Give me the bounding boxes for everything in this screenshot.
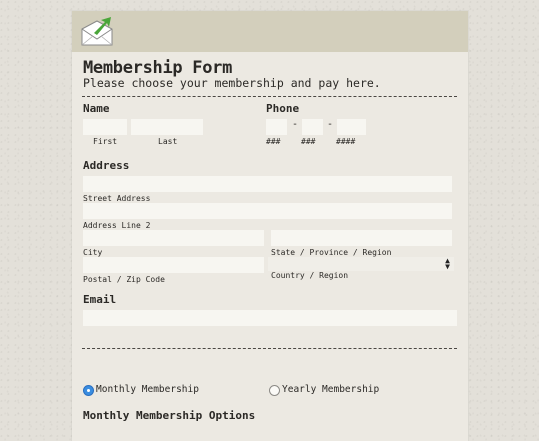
first-name-sublabel: First: [93, 137, 118, 146]
city-sublabel: City: [83, 248, 103, 257]
phone-label: Phone: [266, 102, 300, 115]
envelope-logo-icon: [81, 17, 113, 46]
form-subtitle: Please choose your membership and pay he…: [83, 76, 381, 90]
phone-area-hint: ###: [266, 137, 281, 146]
postal-code-sublabel: Postal / Zip Code: [83, 275, 165, 284]
select-arrows-icon: ▲ ▼: [445, 256, 450, 271]
membership-form-card: Membership Form Please choose your membe…: [72, 11, 468, 441]
first-name-input[interactable]: [83, 119, 127, 135]
email-input[interactable]: [83, 310, 457, 326]
phone-prefix-hint: ###: [301, 137, 316, 146]
phone-line-hint: ####: [336, 137, 356, 146]
state-input[interactable]: [271, 230, 452, 246]
form-header-bar: [72, 11, 468, 52]
country-select[interactable]: ▲ ▼: [268, 257, 454, 271]
yearly-membership-label[interactable]: Yearly Membership: [282, 384, 379, 395]
section-divider: [82, 348, 457, 349]
state-sublabel: State / Province / Region: [271, 248, 392, 257]
address-label: Address: [83, 159, 130, 172]
monthly-membership-radio[interactable]: [83, 385, 94, 396]
city-input[interactable]: [83, 230, 264, 246]
phone-line-input[interactable]: [337, 119, 366, 135]
phone-area-code-input[interactable]: [266, 119, 287, 135]
monthly-membership-label[interactable]: Monthly Membership: [96, 384, 199, 395]
street-address-input[interactable]: [83, 176, 452, 192]
name-label: Name: [83, 102, 110, 115]
email-label: Email: [83, 293, 117, 306]
phone-separator: -: [292, 119, 299, 130]
phone-prefix-input[interactable]: [302, 119, 323, 135]
membership-options-heading: Monthly Membership Options: [83, 409, 256, 422]
address-line-2-sublabel: Address Line 2: [83, 221, 151, 230]
address-line-2-input[interactable]: [83, 203, 452, 219]
street-address-sublabel: Street Address: [83, 194, 151, 203]
section-divider: [82, 96, 457, 97]
country-sublabel: Country / Region: [271, 271, 349, 280]
last-name-input[interactable]: [131, 119, 203, 135]
form-title: Membership Form: [83, 58, 233, 78]
yearly-membership-radio[interactable]: [269, 385, 280, 396]
postal-code-input[interactable]: [83, 257, 264, 273]
last-name-sublabel: Last: [158, 137, 178, 146]
phone-separator: -: [327, 119, 334, 130]
